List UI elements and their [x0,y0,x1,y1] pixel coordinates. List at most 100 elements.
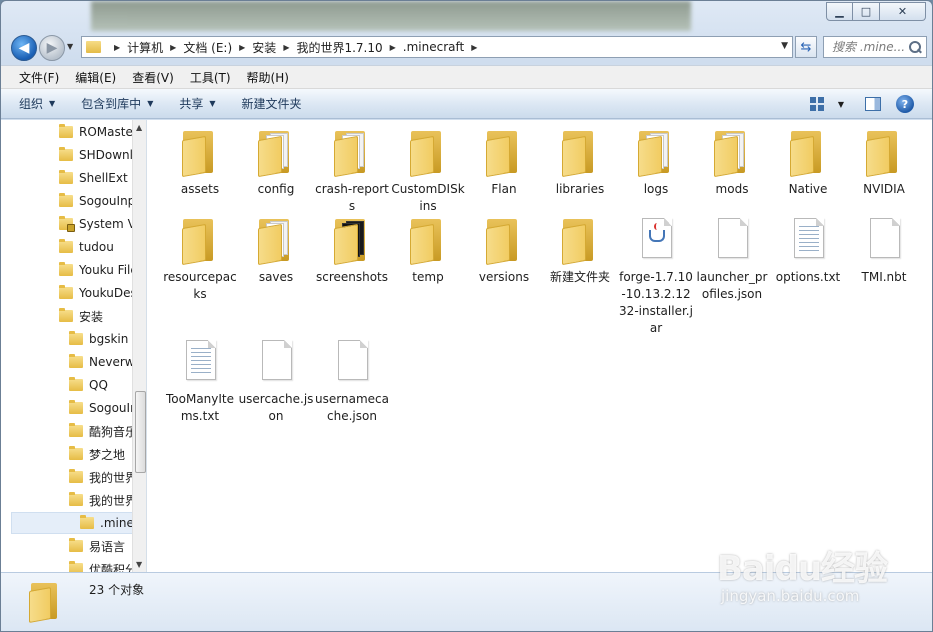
tree-item[interactable]: 优酷积分 [69,558,137,572]
scroll-down-icon[interactable]: ▼ [136,560,142,569]
forward-button[interactable]: ▶ [39,35,65,61]
view-options-dropdown[interactable]: ▼ [832,95,850,113]
tree-item[interactable]: 我的世界 [69,466,137,488]
folder-item[interactable]: crash-reports [314,126,390,215]
folder-item[interactable]: NVIDIA [846,126,922,198]
folder-icon [69,561,83,572]
folder-item[interactable]: screenshots [314,214,390,286]
folder-item[interactable]: versions [466,214,542,286]
menu-file[interactable]: 文件(F) [11,69,67,86]
menu-edit[interactable]: 编辑(E) [67,69,124,86]
folder-icon [59,170,73,184]
folder-icon [326,126,378,178]
folder-icon [858,126,910,178]
item-label: assets [180,182,220,196]
file-item[interactable]: TooManyItems.txt [162,336,238,425]
scrollbar-thumb[interactable] [135,391,146,473]
item-label: forge-1.7.10-10.13.2.1232-installer.jar [619,270,693,335]
file-item[interactable]: options.txt [770,214,846,286]
tree-item-label: 酷狗音乐 [89,424,138,439]
folder-item[interactable]: assets [162,126,238,198]
folder-icon [554,126,606,178]
menu-help[interactable]: 帮助(H) [239,69,297,86]
folder-icon [59,285,73,299]
breadcrumb-item[interactable]: 我的世界1.7.10 ▶ [296,39,402,56]
folder-icon [250,126,302,178]
minimize-button[interactable]: ▁ [826,2,853,21]
address-dropdown-icon[interactable]: ▼ [781,41,788,51]
tree-item[interactable]: 易语言 [69,535,125,557]
organize-button[interactable]: 组织 ▼ [19,95,55,112]
command-bar: 组织 ▼ 包含到库中 ▼ 共享 ▼ 新建文件夹 ▼ ? [1,89,932,119]
item-label: libraries [555,182,605,196]
close-button[interactable]: ✕ [880,2,926,21]
file-item[interactable]: launcher_profiles.json [694,214,770,303]
help-button[interactable]: ? [896,95,914,113]
nav-scrollbar[interactable]: ▲ ▼ [132,120,146,572]
file-item[interactable]: usercache.json [238,336,314,425]
folder-item[interactable]: Flan [466,126,542,198]
menu-tools[interactable]: 工具(T) [182,69,239,86]
change-view-button[interactable] [808,95,826,113]
folder-item[interactable]: 新建文件夹 [542,214,618,286]
folder-icon [80,515,94,529]
tree-item-label: ShellExt [79,171,128,185]
tree-item[interactable]: tudou [59,236,114,258]
tree-item[interactable]: .minecraft [11,512,146,534]
search-icon[interactable] [908,40,922,54]
item-label: config [257,182,295,196]
folder-icon [27,581,67,623]
folder-icon [630,126,682,178]
folder-icon [69,377,83,391]
details-pane: 23 个对象 [1,572,932,631]
menu-view[interactable]: 查看(V) [124,69,182,86]
folder-item[interactable]: mods [694,126,770,198]
folder-item[interactable]: resourcepacks [162,214,238,303]
folder-icon [59,193,73,207]
tree-item-label: ROMaster [79,125,138,139]
breadcrumb-item[interactable]: 计算机 ▶ [127,39,183,56]
folder-icon [554,214,606,266]
recent-pages-dropdown[interactable]: ▼ [67,42,73,51]
folder-item[interactable]: libraries [542,126,618,198]
address-bar[interactable]: ▶ 计算机 ▶ 文档 (E:) ▶ 安装 ▶ 我的世界1.7.10 ▶ .minecra… [81,36,793,58]
breadcrumb-item[interactable]: 安装 ▶ [252,39,296,56]
explorer-window: ▁ □ ✕ ◀ ▶ ▼ ▶ 计算机 ▶ 文档 (E:) ▶ 安装 ▶ 我的世界1.7.… [0,0,933,632]
tree-item[interactable]: 梦之地 [69,443,125,465]
back-button[interactable]: ◀ [11,35,37,61]
tree-item[interactable]: ShellExt [59,167,128,189]
file-item[interactable]: usernamecache.json [314,336,390,425]
scroll-up-icon[interactable]: ▲ [136,123,142,132]
blurred-background [91,1,691,31]
share-button[interactable]: 共享 ▼ [179,95,215,112]
folder-icon [69,492,83,506]
tree-item[interactable]: 安装 [59,305,103,327]
refresh-button[interactable]: ⇆ [795,36,817,58]
folder-item[interactable]: logs [618,126,694,198]
tree-item[interactable]: 酷狗音乐 [69,420,137,442]
search-input[interactable] [832,40,908,54]
tree-item[interactable]: QQ [69,374,108,396]
tree-item-label: tudou [79,240,114,254]
tree-item[interactable]: bgskin [69,328,128,350]
file-item[interactable]: forge-1.7.10-10.13.2.1232-installer.jar [618,214,694,337]
file-item[interactable]: TMI.nbt [846,214,922,286]
include-in-library-button[interactable]: 包含到库中 ▼ [81,95,153,112]
search-box[interactable] [823,36,927,58]
folder-item[interactable]: CustomDISkins [390,126,466,215]
folder-item[interactable]: temp [390,214,466,286]
breadcrumb-item[interactable]: 文档 (E:) ▶ [183,39,252,56]
item-label: logs [643,182,669,196]
folder-item[interactable]: Native [770,126,846,198]
folder-icon [478,126,530,178]
tree-item-label: QQ [89,378,108,392]
chevron-down-icon: ▼ [49,99,56,108]
preview-pane-button[interactable] [864,95,882,113]
breadcrumb-item[interactable]: .minecraft ▶ [403,40,485,54]
maximize-button[interactable]: □ [853,2,880,21]
new-folder-button[interactable]: 新建文件夹 [242,95,302,112]
tree-item[interactable]: ROMaster [59,121,138,143]
folder-item[interactable]: config [238,126,314,198]
folder-item[interactable]: saves [238,214,314,286]
breadcrumb-root[interactable]: ▶ [107,43,127,52]
